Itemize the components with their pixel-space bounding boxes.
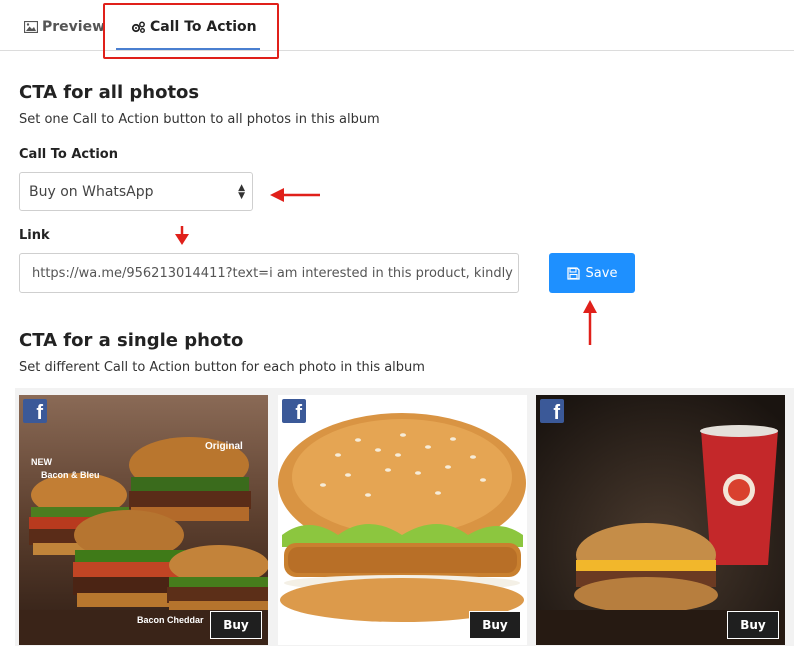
photo-card: f Buy (536, 395, 785, 645)
floppy-disk-icon (566, 266, 580, 280)
annotation-arrow-down-icon (175, 226, 189, 245)
facebook-icon[interactable]: f (23, 399, 47, 423)
photo-caption-bacon-cheddar: Bacon Cheddar (137, 615, 204, 625)
tab-preview-label: Preview (42, 19, 106, 35)
facebook-icon[interactable]: f (540, 399, 564, 423)
image-icon (24, 21, 38, 33)
burger-photo-1 (19, 395, 268, 645)
facebook-icon[interactable]: f (282, 399, 306, 423)
burger-photo-3 (536, 395, 785, 645)
link-input-value: https://wa.me/956213014411?text=i am int… (32, 265, 513, 281)
link-label: Link (19, 228, 50, 243)
buy-button[interactable]: Buy (469, 611, 521, 639)
save-button-label: Save (585, 265, 618, 281)
tab-preview[interactable]: Preview (24, 12, 105, 42)
photo-card: NEW Bacon & Bleu Original Bacon Cheddar … (19, 395, 268, 645)
select-updown-icon: ▲ ▼ (238, 183, 245, 201)
photo-caption-bacon-bleu: Bacon & Bleu (41, 470, 100, 480)
cta-all-description: Set one Call to Action button to all pho… (19, 112, 380, 127)
call-to-action-select[interactable]: Buy on WhatsApp ▲ ▼ (19, 172, 253, 211)
buy-button[interactable]: Buy (210, 611, 262, 639)
buy-button[interactable]: Buy (727, 611, 779, 639)
photo-caption-original: Original (205, 441, 243, 452)
cta-all-title: CTA for all photos (19, 82, 200, 103)
save-button[interactable]: Save (549, 253, 635, 293)
annotation-highlight-box (103, 3, 279, 59)
annotation-arrow-left-icon (270, 188, 320, 202)
annotation-arrow-up-icon (583, 300, 597, 345)
burger-photo-2 (278, 395, 527, 645)
cta-single-title: CTA for a single photo (19, 330, 244, 351)
call-to-action-label: Call To Action (19, 147, 118, 162)
cta-single-description: Set different Call to Action button for … (19, 360, 425, 375)
link-input[interactable]: https://wa.me/956213014411?text=i am int… (19, 253, 519, 293)
photo-caption-new: NEW (31, 457, 52, 467)
call-to-action-selected-value: Buy on WhatsApp (29, 183, 154, 200)
photo-card: f Buy (278, 395, 527, 645)
photo-gallery: NEW Bacon & Bleu Original Bacon Cheddar … (15, 388, 794, 646)
